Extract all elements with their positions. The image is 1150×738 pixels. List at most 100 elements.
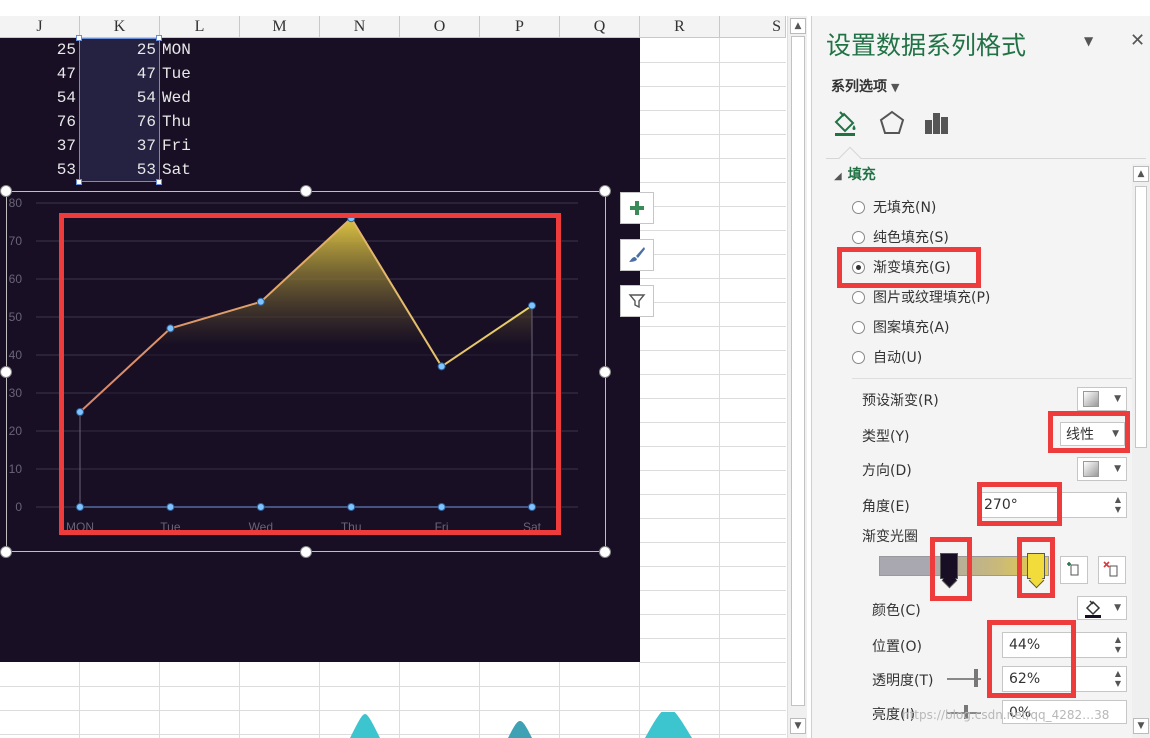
range-handle[interactable] bbox=[76, 35, 82, 41]
effects-tab-pentagon-icon[interactable] bbox=[877, 108, 907, 138]
cell-k5[interactable]: 76 bbox=[100, 113, 156, 131]
chart-resize-handle[interactable] bbox=[0, 366, 12, 378]
direction-dropdown[interactable]: ▼ bbox=[1077, 457, 1127, 481]
chart-resize-handle[interactable] bbox=[300, 185, 312, 197]
angle-label: 角度(E) bbox=[862, 499, 910, 515]
radio-no-fill[interactable]: 无填充(N) bbox=[852, 197, 936, 217]
cell-l7[interactable]: Sat bbox=[162, 161, 191, 179]
gridline bbox=[640, 614, 786, 615]
column-header-k[interactable]: K bbox=[80, 16, 160, 38]
chart-resize-handle[interactable] bbox=[599, 366, 611, 378]
spinner-arrows-icon[interactable]: ▲ ▼ bbox=[1113, 635, 1123, 655]
gridline bbox=[640, 374, 786, 375]
column-header-j[interactable]: J bbox=[0, 16, 80, 38]
cell-k2[interactable]: 25 bbox=[100, 41, 156, 59]
chart-resize-handle[interactable] bbox=[0, 185, 12, 197]
gridline bbox=[640, 494, 786, 495]
radio-circle[interactable] bbox=[852, 230, 865, 244]
pane-vertical-scrollbar[interactable]: ▲ ▼ bbox=[1132, 164, 1150, 738]
add-stop-icon bbox=[1067, 562, 1079, 576]
cell-l6[interactable]: Fri bbox=[162, 137, 191, 155]
chart-resize-handle[interactable] bbox=[0, 546, 12, 558]
highlight-box-plot-area bbox=[59, 213, 561, 535]
column-header-p[interactable]: P bbox=[480, 16, 560, 38]
radio-pattern-fill[interactable]: 图案填充(A) bbox=[852, 317, 950, 337]
cell-j7[interactable]: 53 bbox=[20, 161, 76, 179]
gridline bbox=[79, 662, 80, 738]
cell-k7[interactable]: 53 bbox=[100, 161, 156, 179]
chart-filters-button[interactable] bbox=[620, 285, 654, 317]
range-handle[interactable] bbox=[156, 179, 162, 185]
cell-j4[interactable]: 54 bbox=[20, 89, 76, 107]
pane-options-dropdown-icon[interactable]: ▼ bbox=[1084, 34, 1093, 48]
column-header-l[interactable]: L bbox=[160, 16, 240, 38]
gridline bbox=[640, 566, 786, 567]
color-picker-dropdown[interactable]: ▼ bbox=[1077, 596, 1127, 620]
close-icon[interactable]: ✕ bbox=[1130, 30, 1145, 51]
radio-circle[interactable] bbox=[852, 350, 865, 364]
radio-circle[interactable] bbox=[852, 200, 865, 214]
transparency-slider-thumb[interactable] bbox=[974, 669, 978, 687]
cell-j2[interactable]: 25 bbox=[20, 41, 76, 59]
spinner-arrows-icon[interactable]: ▲ ▼ bbox=[1113, 669, 1123, 689]
range-handle[interactable] bbox=[76, 179, 82, 185]
fill-section-header[interactable]: ◢ 填充 bbox=[834, 164, 876, 184]
worksheet[interactable]: J K L M N O P Q R S 25 25 MON 47 47 Tue … bbox=[0, 0, 786, 738]
scroll-down-arrow-icon[interactable]: ▼ bbox=[1133, 718, 1149, 734]
radio-label: 图片或纹理填充(P) bbox=[873, 290, 991, 306]
chart-styles-button[interactable] bbox=[620, 239, 654, 271]
column-header-s[interactable]: S bbox=[720, 16, 786, 38]
fill-line-tab-icon[interactable] bbox=[830, 108, 860, 138]
gridline bbox=[640, 182, 786, 183]
column-header-m[interactable]: M bbox=[240, 16, 320, 38]
column-header-n[interactable]: N bbox=[320, 16, 400, 38]
plus-icon bbox=[630, 201, 644, 215]
scroll-up-arrow-icon[interactable]: ▲ bbox=[790, 18, 806, 34]
gridline bbox=[640, 686, 786, 687]
cell-l3[interactable]: Tue bbox=[162, 65, 191, 83]
sheet-vertical-scrollbar[interactable]: ▲ ▼ bbox=[787, 16, 807, 738]
radio-label: 无填充(N) bbox=[873, 200, 937, 216]
direction-label: 方向(D) bbox=[862, 463, 912, 479]
radio-circle[interactable] bbox=[852, 290, 865, 304]
scroll-up-arrow-icon[interactable]: ▲ bbox=[1133, 166, 1149, 182]
cell-j6[interactable]: 37 bbox=[20, 137, 76, 155]
preset-gradient-dropdown[interactable]: ▼ bbox=[1077, 387, 1127, 411]
chart-resize-handle[interactable] bbox=[599, 546, 611, 558]
fill-section-label: 填充 bbox=[847, 167, 876, 183]
cell-l2[interactable]: MON bbox=[162, 41, 191, 59]
radio-automatic-fill[interactable]: 自动(U) bbox=[852, 347, 922, 367]
gridline bbox=[640, 230, 786, 231]
cell-j5[interactable]: 76 bbox=[20, 113, 76, 131]
cell-k4[interactable]: 54 bbox=[100, 89, 156, 107]
gridline bbox=[640, 326, 786, 327]
column-header-q[interactable]: Q bbox=[560, 16, 640, 38]
chart-resize-handle[interactable] bbox=[599, 185, 611, 197]
gridline bbox=[0, 686, 640, 687]
remove-gradient-stop-button[interactable] bbox=[1098, 556, 1126, 584]
cell-k6[interactable]: 37 bbox=[100, 137, 156, 155]
tab-divider bbox=[826, 158, 1146, 159]
radio-solid-fill[interactable]: 纯色填充(S) bbox=[852, 227, 949, 247]
gridline bbox=[640, 710, 786, 711]
gridline bbox=[640, 206, 786, 207]
series-options-dropdown[interactable]: 系列选项 ▼ bbox=[831, 76, 899, 96]
scroll-down-arrow-icon[interactable]: ▼ bbox=[790, 718, 806, 734]
scroll-thumb[interactable] bbox=[791, 36, 805, 706]
series-options-tab-chart-icon[interactable] bbox=[922, 108, 952, 138]
chart-resize-handle[interactable] bbox=[300, 546, 312, 558]
cell-j3[interactable]: 47 bbox=[20, 65, 76, 83]
gridline bbox=[640, 62, 786, 63]
chart-elements-button[interactable] bbox=[620, 192, 654, 224]
gridline bbox=[640, 518, 786, 519]
spinner-arrows-icon[interactable]: ▲ ▼ bbox=[1113, 495, 1123, 515]
radio-picture-fill[interactable]: 图片或纹理填充(P) bbox=[852, 287, 990, 307]
cell-k3[interactable]: 47 bbox=[100, 65, 156, 83]
column-header-r[interactable]: R bbox=[640, 16, 720, 38]
cell-l5[interactable]: Thu bbox=[162, 113, 191, 131]
add-gradient-stop-button[interactable] bbox=[1060, 556, 1088, 584]
column-header-o[interactable]: O bbox=[400, 16, 480, 38]
scroll-thumb[interactable] bbox=[1135, 186, 1147, 448]
cell-l4[interactable]: Wed bbox=[162, 89, 191, 107]
radio-circle[interactable] bbox=[852, 320, 865, 334]
